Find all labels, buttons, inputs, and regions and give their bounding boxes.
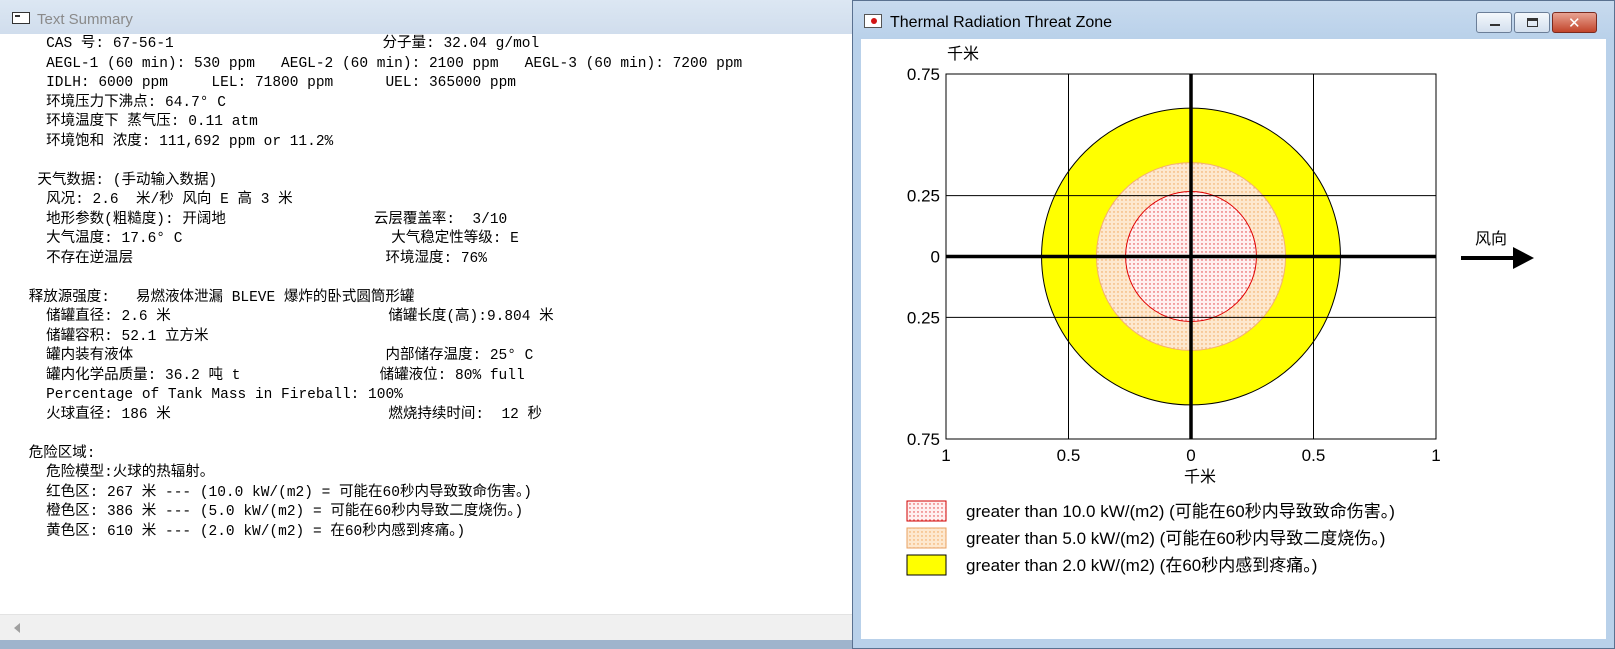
- maximize-button[interactable]: [1514, 12, 1550, 33]
- summary-line: 大气温度: 17.6° C 大气稳定性等级: E: [20, 231, 519, 247]
- summary-line: 释放源强度: 易燃液体泄漏 BLEVE 爆炸的卧式圆筒形罐: [20, 289, 415, 306]
- summary-line: IDLH: 6000 ppm LEL: 71800 ppm UEL: 36500…: [20, 75, 516, 91]
- close-button[interactable]: ✕: [1552, 12, 1597, 33]
- wind-arrow-icon: [1461, 247, 1534, 269]
- y-tick-label: 0.25: [907, 308, 940, 327]
- summary-line: 黄色区: 610 米 --- (2.0 kW/(m2) = 在60秒内感到疼痛。…: [20, 523, 466, 540]
- y-tick-label: 0.75: [907, 65, 940, 84]
- summary-line: 罐内化学品质量: 36.2 吨 t 储罐液位: 80% full: [20, 367, 525, 384]
- summary-text-area: CAS 号: 67-56-1 分子量: 32.04 g/mol AEGL-1 (…: [0, 34, 852, 614]
- summary-line: 储罐容积: 52.1 立方米: [20, 328, 209, 345]
- scroll-left-arrow-icon[interactable]: [14, 623, 20, 633]
- x-tick-label: 0.5: [1302, 446, 1326, 465]
- close-icon: ✕: [1568, 14, 1581, 32]
- window-right-border: [1606, 39, 1614, 639]
- summary-line: 罐内装有液体 内部储存温度: 25° C: [20, 348, 534, 364]
- threat-zone-title: Thermal Radiation Threat Zone: [890, 14, 1113, 31]
- legend-label: greater than 10.0 kW/(m2) (可能在60秒内导致致命伤害…: [966, 502, 1395, 521]
- horizontal-scrollbar[interactable]: [0, 614, 852, 641]
- y-tick-label: 0.25: [907, 187, 940, 206]
- summary-line: 危险区域:: [20, 445, 96, 462]
- x-axis-label: 千米: [1184, 468, 1216, 486]
- legend-label: greater than 2.0 kW/(m2) (在60秒内感到疼痛。): [966, 556, 1317, 575]
- summary-line: 风况: 2.6 米/秒 风向 E 高 3 米: [20, 192, 293, 208]
- y-tick-label: 0: [931, 248, 940, 267]
- legend-swatch: [906, 500, 947, 522]
- summary-line: 环境温度下 蒸气压: 0.11 atm: [20, 114, 258, 130]
- threat-zone-titlebar[interactable]: Thermal Radiation Threat Zone ✕: [853, 1, 1614, 39]
- legend-swatch: [906, 527, 947, 549]
- summary-line: 不存在逆温层 环境湿度: 76%: [20, 250, 487, 267]
- y-axis-label: 千米: [947, 45, 979, 63]
- summary-line: 环境压力下沸点: 64.7° C: [20, 94, 226, 111]
- summary-line: 地形参数(粗糙度): 开阔地 云层覆盖率: 3/10: [20, 211, 508, 228]
- x-tick-label: 0.5: [1057, 446, 1081, 465]
- summary-line: 橙色区: 386 米 --- (5.0 kW/(m2) = 可能在60秒内导致二…: [20, 504, 524, 520]
- summary-line: 环境饱和 浓度: 111,692 ppm or 11.2%: [20, 133, 334, 150]
- legend-label: greater than 5.0 kW/(m2) (可能在60秒内导致二度烧伤。…: [966, 529, 1385, 548]
- x-tick-label: 1: [941, 446, 950, 465]
- maximize-icon: [1527, 18, 1538, 27]
- threat-zone-plot-area: 1 0.5 0 0.5 1 0.75 0.25 0 0.25 0.75 千米 千米 风向 grea…: [861, 39, 1606, 639]
- summary-line: 危险模型:火球的热辐射。: [20, 465, 215, 481]
- threat-zone-app-icon: [864, 14, 882, 28]
- minimize-icon: [1490, 24, 1500, 26]
- summary-line: CAS 号: 67-56-1 分子量: 32.04 g/mol: [20, 36, 540, 52]
- summary-line: 储罐直径: 2.6 米 储罐长度(高):9.804 米: [20, 309, 554, 325]
- y-tick-label: 0.75: [907, 430, 940, 449]
- summary-line: Percentage of Tank Mass in Fireball: 100…: [20, 387, 403, 403]
- text-summary-window: Text Summary CAS 号: 67-56-1 分子量: 32.04 g…: [0, 0, 852, 649]
- summary-line: 火球直径: 186 米 燃烧持续时间: 12 秒: [20, 406, 543, 423]
- window-icon: [12, 12, 30, 24]
- summary-line: 天气数据: (手动输入数据): [20, 172, 218, 189]
- summary-line: 红色区: 267 米 --- (10.0 kW/(m2) = 可能在60秒内导致…: [20, 484, 532, 501]
- x-tick-label: 0: [1186, 446, 1195, 465]
- text-summary-title: Text Summary: [37, 11, 133, 28]
- wind-direction-label: 风向: [1475, 230, 1507, 248]
- legend-swatch: [906, 554, 947, 576]
- threat-zone-window: Thermal Radiation Threat Zone ✕ 1 0.5 0 0.5…: [852, 0, 1615, 649]
- minimize-button[interactable]: [1476, 12, 1512, 33]
- summary-line: AEGL-1 (60 min): 530 ppm AEGL-2 (60 min)…: [20, 55, 743, 72]
- x-tick-label: 1: [1431, 446, 1440, 465]
- threat-zone-chart: 1 0.5 0 0.5 10.750.2500.250.75 千米 千米 风向 grea…: [906, 45, 1534, 576]
- window-bottom-border: [0, 640, 852, 649]
